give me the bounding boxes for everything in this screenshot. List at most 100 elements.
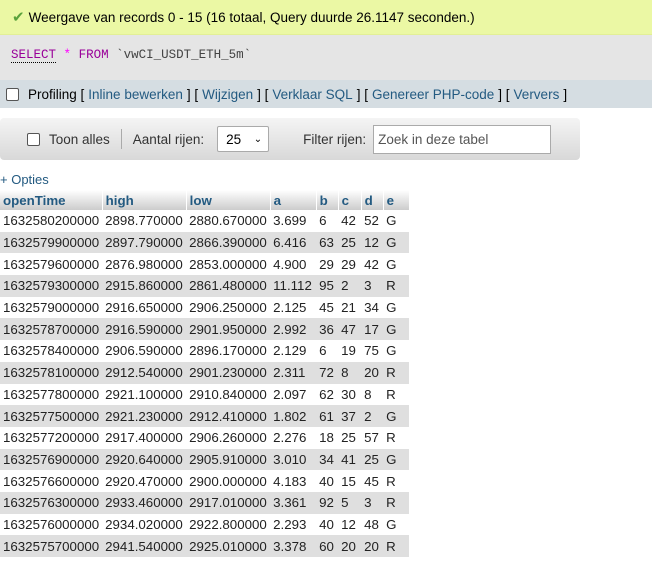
cell-d[interactable]: 12	[361, 231, 384, 254]
cell-e[interactable]: G	[383, 231, 410, 254]
cell-openTime[interactable]: 1632579900000	[0, 231, 103, 254]
cell-d[interactable]: 20	[361, 535, 384, 557]
cell-d[interactable]: 34	[361, 297, 383, 319]
cell-b[interactable]: 6	[316, 340, 338, 362]
cell-d[interactable]: 3	[361, 275, 384, 297]
column-header-high[interactable]: high	[102, 190, 187, 210]
cell-c[interactable]: 8	[338, 361, 362, 384]
cell-a[interactable]: 3.010	[270, 448, 317, 471]
cell-b[interactable]: 72	[316, 361, 339, 384]
table-row[interactable]: 1632576900000 2920.640000 2905.910000 3.010…	[0, 448, 410, 471]
cell-high[interactable]: 2897.790000	[102, 231, 187, 254]
cell-c[interactable]: 15	[338, 470, 361, 492]
options-link[interactable]: + Opties	[0, 172, 49, 187]
cell-c[interactable]: 37	[338, 405, 362, 427]
cell-a[interactable]: 4.900	[270, 253, 316, 275]
cell-b[interactable]: 6	[316, 210, 338, 232]
table-row[interactable]: 1632577200000 2917.400000 2906.260000 2.276…	[0, 427, 409, 449]
column-header-openTime[interactable]: openTime	[0, 190, 103, 210]
cell-e[interactable]: G	[383, 340, 409, 362]
create-php-code-link[interactable]: Genereer PHP-code	[372, 87, 494, 102]
cell-openTime[interactable]: 1632577500000	[0, 405, 103, 427]
cell-b[interactable]: 40	[316, 470, 338, 492]
cell-high[interactable]: 2917.400000	[102, 427, 186, 449]
cell-a[interactable]: 2.125	[270, 297, 316, 319]
cell-d[interactable]: 52	[361, 210, 383, 232]
column-header-d[interactable]: d	[361, 190, 384, 210]
table-row[interactable]: 1632578100000 2912.540000 2901.230000 2.311…	[0, 361, 410, 384]
table-row[interactable]: 1632576300000 2933.460000 2917.010000 3.361…	[0, 491, 410, 514]
cell-e[interactable]: R	[383, 361, 410, 384]
cell-b[interactable]: 92	[316, 491, 339, 514]
cell-a[interactable]: 3.378	[270, 535, 317, 557]
cell-c[interactable]: 29	[338, 253, 361, 275]
cell-d[interactable]: 17	[361, 318, 384, 341]
cell-e[interactable]: G	[383, 405, 410, 427]
cell-high[interactable]: 2915.860000	[102, 275, 187, 297]
cell-a[interactable]: 3.699	[270, 210, 316, 232]
cell-openTime[interactable]: 1632576900000	[0, 448, 103, 471]
cell-b[interactable]: 45	[316, 297, 338, 319]
cell-a[interactable]: 1.802	[270, 405, 317, 427]
table-row[interactable]: 1632577800000 2921.100000 2910.840000 2.097…	[0, 384, 409, 406]
cell-e[interactable]: R	[383, 491, 410, 514]
cell-high[interactable]: 2921.230000	[102, 405, 187, 427]
cell-a[interactable]: 2.311	[270, 361, 317, 384]
cell-b[interactable]: 60	[316, 535, 339, 557]
cell-openTime[interactable]: 1632578100000	[0, 361, 103, 384]
cell-e[interactable]: G	[383, 210, 409, 232]
cell-openTime[interactable]: 1632579000000	[0, 297, 102, 319]
cell-c[interactable]: 25	[338, 427, 361, 449]
cell-high[interactable]: 2876.980000	[102, 253, 186, 275]
cell-b[interactable]: 95	[316, 275, 339, 297]
cell-e[interactable]: R	[383, 427, 409, 449]
table-row[interactable]: 1632579900000 2897.790000 2866.390000 6.416…	[0, 231, 410, 254]
cell-openTime[interactable]: 1632577800000	[0, 384, 102, 406]
table-row[interactable]: 1632575700000 2941.540000 2925.010000 3.378…	[0, 535, 410, 557]
cell-low[interactable]: 2906.250000	[186, 297, 270, 319]
cell-e[interactable]: R	[383, 275, 410, 297]
refresh-link[interactable]: Ververs	[514, 87, 560, 102]
cell-b[interactable]: 36	[316, 318, 339, 341]
cell-high[interactable]: 2921.100000	[102, 384, 186, 406]
cell-d[interactable]: 2	[361, 405, 384, 427]
cell-e[interactable]: G	[383, 514, 409, 536]
cell-high[interactable]: 2933.460000	[102, 491, 187, 514]
cell-openTime[interactable]: 1632575700000	[0, 535, 103, 557]
cell-a[interactable]: 4.183	[270, 470, 316, 492]
cell-e[interactable]: R	[383, 535, 410, 557]
cell-low[interactable]: 2925.010000	[186, 535, 271, 557]
cell-a[interactable]: 11.112	[270, 275, 317, 297]
cell-openTime[interactable]: 1632576600000	[0, 470, 102, 492]
cell-low[interactable]: 2905.910000	[186, 448, 271, 471]
cell-c[interactable]: 12	[338, 514, 361, 536]
cell-high[interactable]: 2934.020000	[102, 514, 186, 536]
cell-high[interactable]: 2941.540000	[102, 535, 187, 557]
cell-c[interactable]: 20	[338, 535, 362, 557]
cell-d[interactable]: 8	[361, 384, 383, 406]
cell-high[interactable]: 2916.650000	[102, 297, 186, 319]
table-row[interactable]: 1632580200000 2898.770000 2880.670000 3.699…	[0, 210, 409, 232]
cell-b[interactable]: 63	[316, 231, 339, 254]
cell-openTime[interactable]: 1632578700000	[0, 318, 103, 341]
cell-d[interactable]: 45	[361, 470, 383, 492]
cell-high[interactable]: 2920.470000	[102, 470, 186, 492]
inline-edit-link[interactable]: Inline bewerken	[88, 87, 183, 102]
cell-a[interactable]: 6.416	[270, 231, 317, 254]
cell-b[interactable]: 40	[316, 514, 338, 536]
table-row[interactable]: 1632578400000 2906.590000 2896.170000 2.129…	[0, 340, 409, 362]
cell-d[interactable]: 42	[361, 253, 383, 275]
cell-low[interactable]: 2901.230000	[186, 361, 271, 384]
cell-low[interactable]: 2901.950000	[186, 318, 271, 341]
column-header-e[interactable]: e	[383, 190, 410, 210]
cell-high[interactable]: 2920.640000	[102, 448, 187, 471]
table-row[interactable]: 1632578700000 2916.590000 2901.950000 2.992…	[0, 318, 410, 341]
cell-c[interactable]: 30	[338, 384, 361, 406]
cell-low[interactable]: 2866.390000	[186, 231, 271, 254]
rows-select[interactable]: 25 ⌄	[217, 126, 270, 152]
cell-c[interactable]: 42	[338, 210, 361, 232]
cell-d[interactable]: 57	[361, 427, 383, 449]
cell-high[interactable]: 2916.590000	[102, 318, 187, 341]
cell-b[interactable]: 34	[316, 448, 339, 471]
column-header-c[interactable]: c	[338, 190, 362, 210]
